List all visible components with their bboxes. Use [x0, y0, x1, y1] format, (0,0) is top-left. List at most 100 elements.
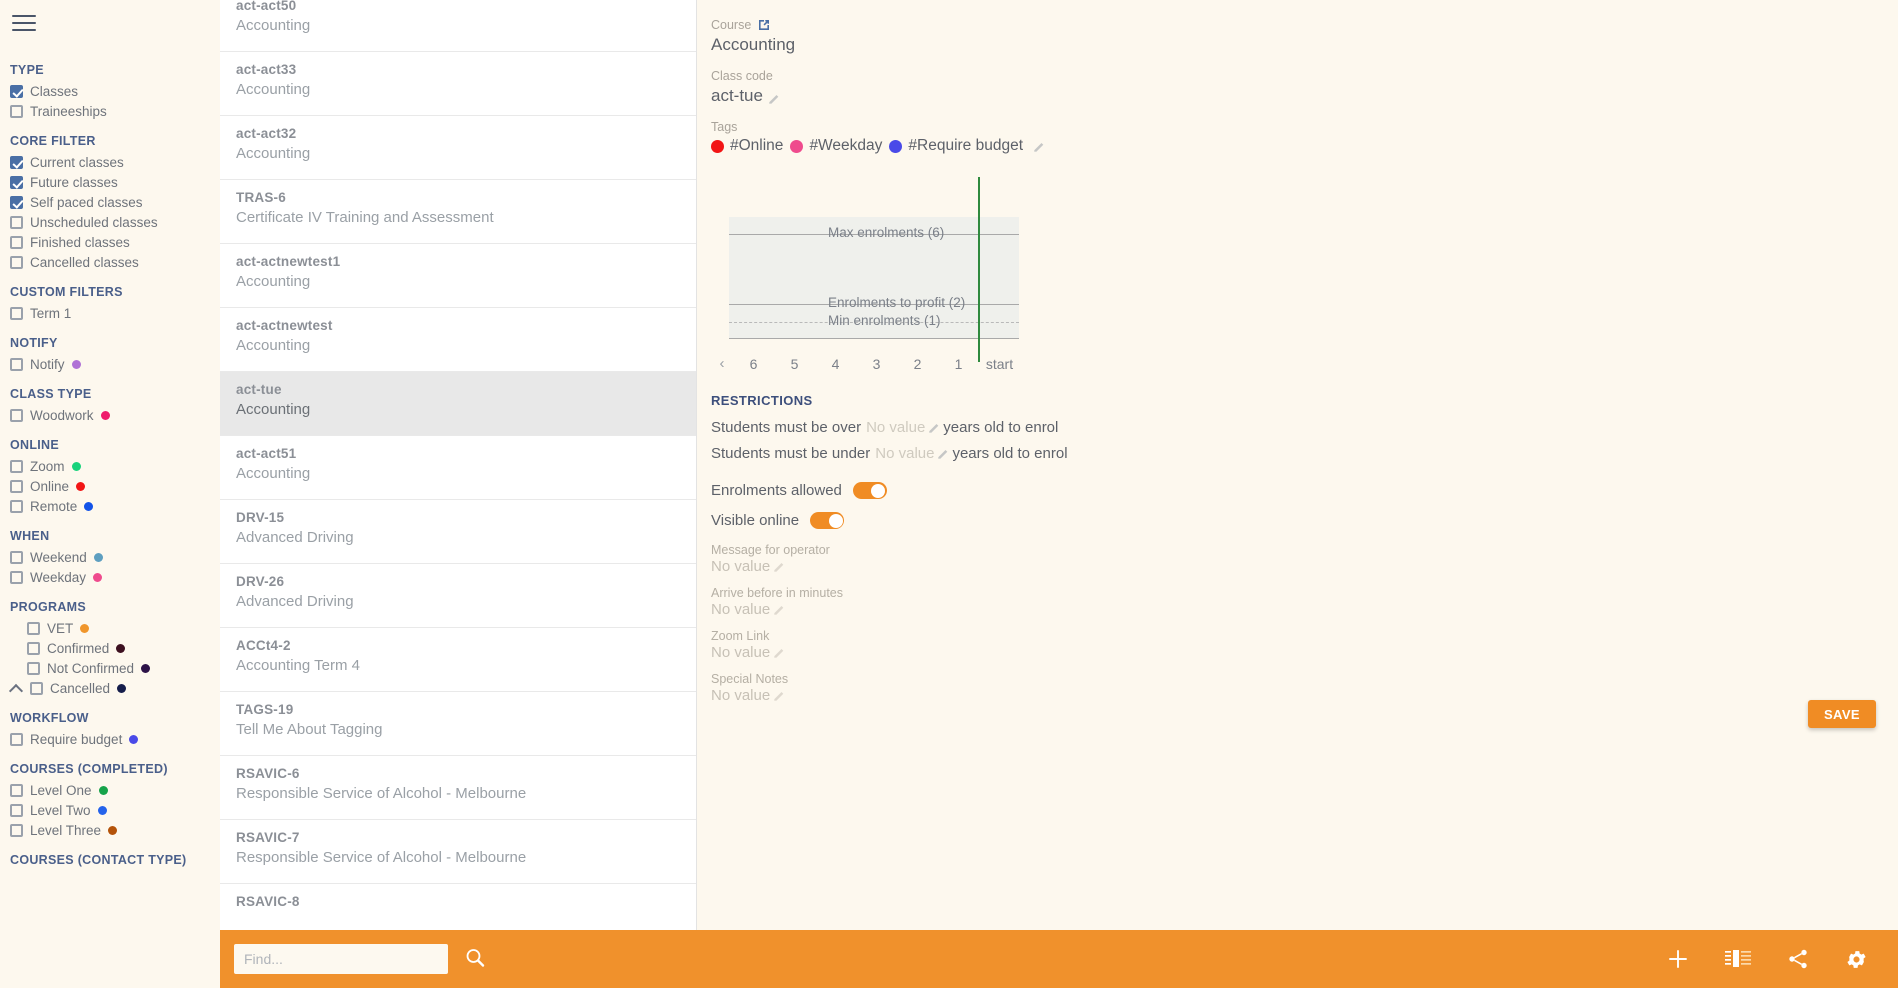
filter-row[interactable]: Not Confirmed: [0, 658, 220, 678]
filter-row[interactable]: Level Two: [0, 800, 220, 820]
class-code: act-act33: [236, 62, 297, 77]
hamburger-menu-icon[interactable]: [12, 10, 42, 36]
filter-row[interactable]: Weekday: [0, 567, 220, 587]
filter-row[interactable]: Level Three: [0, 820, 220, 840]
share-icon[interactable]: [1787, 948, 1809, 970]
filter-checkbox[interactable]: [10, 479, 23, 493]
plus-icon[interactable]: [1667, 948, 1689, 970]
filter-row[interactable]: Level One: [0, 780, 220, 800]
edit-pencil-icon[interactable]: [1033, 140, 1046, 153]
filter-label: Cancelled: [50, 680, 111, 696]
filter-row[interactable]: VET: [0, 618, 220, 638]
filter-checkbox[interactable]: [30, 681, 43, 695]
filter-row[interactable]: Remote: [0, 496, 220, 516]
class-list-item[interactable]: DRV-26 Advanced Driving: [220, 564, 696, 628]
filter-checkbox[interactable]: [10, 783, 23, 797]
class-list-item[interactable]: act-tue Accounting: [220, 372, 696, 436]
filter-row[interactable]: Weekend: [0, 547, 220, 567]
filter-checkbox[interactable]: [10, 357, 23, 371]
class-list-item[interactable]: act-actnewtest Accounting: [220, 308, 696, 372]
tag-item[interactable]: #Online: [711, 137, 783, 155]
class-list-item[interactable]: RSAVIC-6 Responsible Service of Alcohol -…: [220, 756, 696, 820]
filter-row[interactable]: Traineeships: [0, 101, 220, 121]
filter-row[interactable]: Zoom: [0, 456, 220, 476]
save-button[interactable]: SAVE: [1807, 700, 1876, 728]
filter-checkbox[interactable]: [10, 104, 23, 118]
filter-checkbox[interactable]: [10, 195, 23, 209]
filter-checkbox[interactable]: [10, 235, 23, 249]
external-link-icon[interactable]: [757, 18, 771, 32]
filter-checkbox[interactable]: [10, 306, 23, 320]
chevron-up-icon[interactable]: [10, 682, 22, 694]
filter-label: Require budget: [30, 731, 123, 747]
class-list-item[interactable]: DRV-15 Advanced Driving: [220, 500, 696, 564]
find-input[interactable]: [234, 944, 448, 974]
filter-checkbox[interactable]: [10, 175, 23, 189]
filter-checkbox[interactable]: [10, 823, 23, 837]
filter-checkbox[interactable]: [10, 570, 23, 584]
visible-online-toggle[interactable]: [810, 512, 845, 529]
edit-pencil-icon[interactable]: [773, 689, 786, 702]
edit-pencil-icon[interactable]: [768, 90, 781, 104]
class-list-item[interactable]: act-act50 Accounting: [220, 0, 696, 52]
gear-icon[interactable]: [1845, 948, 1868, 971]
class-list-item[interactable]: TAGS-19 Tell Me About Tagging: [220, 692, 696, 756]
filter-color-dot: [98, 785, 108, 795]
filter-checkbox[interactable]: [10, 550, 23, 564]
filter-row[interactable]: Online: [0, 476, 220, 496]
detail-field-value-row[interactable]: No value: [711, 601, 1898, 618]
class-list-item[interactable]: TRAS-6 Certificate IV Training and Assess…: [220, 180, 696, 244]
filter-row[interactable]: Future classes: [0, 172, 220, 192]
chart-prev-arrow[interactable]: ‹: [711, 355, 733, 372]
filter-row[interactable]: Self paced classes: [0, 192, 220, 212]
edit-pencil-icon[interactable]: [773, 646, 786, 659]
filter-checkbox[interactable]: [27, 661, 40, 675]
filter-checkbox[interactable]: [10, 155, 23, 169]
filter-checkbox[interactable]: [10, 459, 23, 473]
class-code: act-tue: [236, 382, 282, 397]
filter-checkbox[interactable]: [27, 641, 40, 655]
filter-checkbox[interactable]: [10, 803, 23, 817]
filter-row[interactable]: Woodwork: [0, 405, 220, 425]
filter-row[interactable]: Require budget: [0, 729, 220, 749]
class-list-item[interactable]: act-act33 Accounting: [220, 52, 696, 116]
class-list-item[interactable]: act-act51 Accounting: [220, 436, 696, 500]
chart-tick-labels: 6 5 4 3 2 1 start: [733, 356, 1020, 372]
filter-checkbox[interactable]: [27, 621, 40, 635]
restriction-under-value[interactable]: No value: [875, 445, 934, 462]
filter-checkbox[interactable]: [10, 84, 23, 98]
filter-row[interactable]: Cancelled: [0, 678, 220, 698]
enrolments-allowed-toggle[interactable]: [852, 482, 887, 499]
class-list-item[interactable]: ACCt4-2 Accounting Term 4: [220, 628, 696, 692]
filter-checkbox[interactable]: [10, 215, 23, 229]
class-code: RSAVIC-8: [236, 894, 300, 909]
class-list-item[interactable]: act-act32 Accounting: [220, 116, 696, 180]
detail-field-value-row[interactable]: No value: [711, 558, 1898, 575]
class-list-item[interactable]: RSAVIC-7 Responsible Service of Alcohol -…: [220, 820, 696, 884]
filter-row[interactable]: Unscheduled classes: [0, 212, 220, 232]
restriction-over-value[interactable]: No value: [866, 419, 925, 436]
filter-row[interactable]: Finished classes: [0, 232, 220, 252]
layout-columns-icon[interactable]: [1725, 950, 1751, 968]
tag-item[interactable]: #Require budget: [889, 137, 1023, 155]
edit-pencil-icon[interactable]: [773, 603, 786, 616]
edit-pencil-icon[interactable]: [937, 447, 950, 460]
edit-pencil-icon[interactable]: [928, 421, 941, 434]
search-icon[interactable]: [464, 947, 486, 972]
tag-item[interactable]: #Weekday: [790, 137, 882, 155]
class-list-item[interactable]: act-actnewtest1 Accounting: [220, 244, 696, 308]
filter-row[interactable]: Term 1: [0, 303, 220, 323]
edit-pencil-icon[interactable]: [773, 560, 786, 573]
filter-checkbox[interactable]: [10, 499, 23, 513]
filter-checkbox[interactable]: [10, 732, 23, 746]
detail-field-value-row[interactable]: No value: [711, 687, 1898, 704]
course-value[interactable]: Accounting: [711, 35, 1898, 55]
filter-row[interactable]: Classes: [0, 81, 220, 101]
filter-row[interactable]: Confirmed: [0, 638, 220, 658]
filter-checkbox[interactable]: [10, 255, 23, 269]
filter-row[interactable]: Current classes: [0, 152, 220, 172]
detail-field-value-row[interactable]: No value: [711, 644, 1898, 661]
filter-row[interactable]: Notify: [0, 354, 220, 374]
filter-row[interactable]: Cancelled classes: [0, 252, 220, 272]
filter-checkbox[interactable]: [10, 408, 23, 422]
